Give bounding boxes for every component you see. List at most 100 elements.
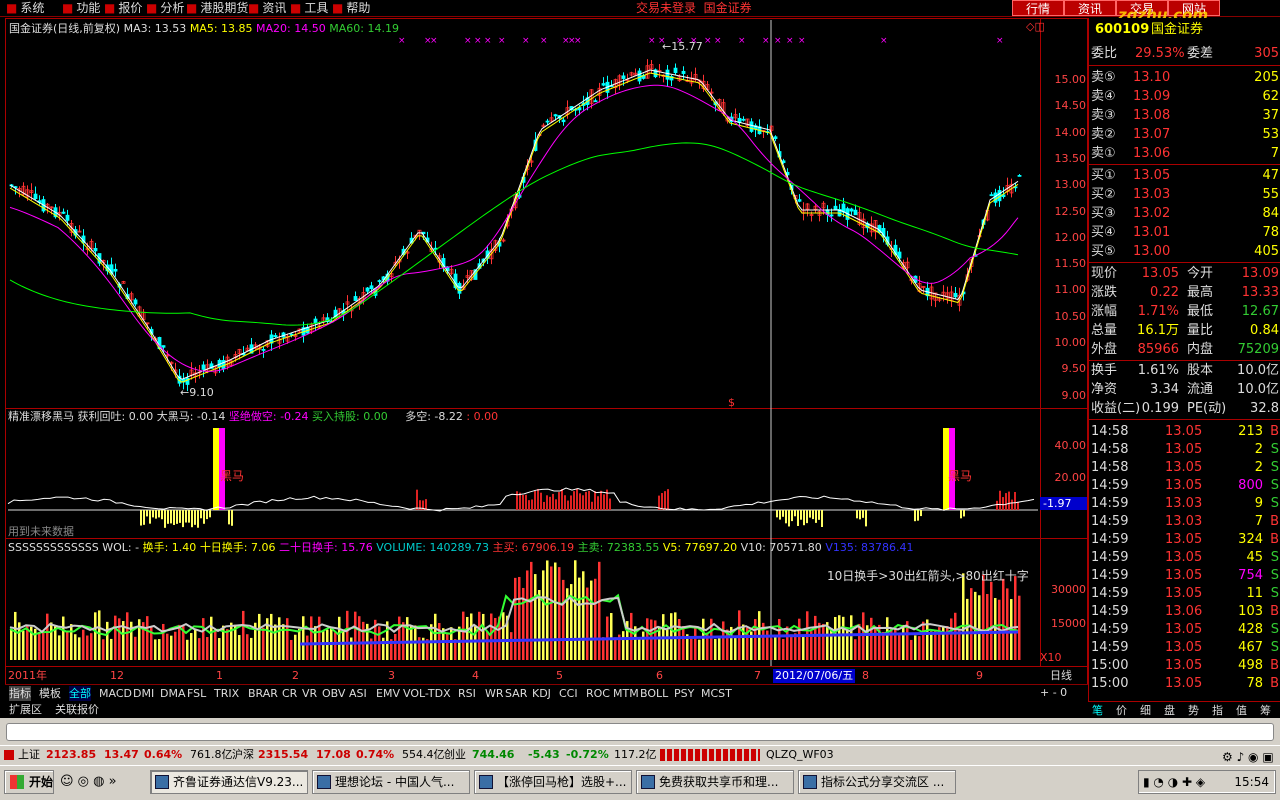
tick-row: 14:59 13.03 7 B [1089, 512, 1280, 530]
volume-bar [930, 631, 933, 660]
task-formula[interactable]: 指标公式分享交流区 ... [798, 770, 956, 794]
volume-bar [926, 619, 929, 660]
dividend-marker-icon[interactable]: $ [728, 396, 735, 409]
candle-body [989, 194, 994, 197]
ask-row[interactable]: 卖① 13.06 7 [1089, 144, 1280, 163]
volume-bar [486, 631, 489, 660]
cy-change: -5.43 [528, 748, 560, 761]
quote-tab[interactable]: 指 [1212, 703, 1223, 718]
tray-icons[interactable]: ▮ ◔ ◑ ✚ ◈ [1143, 771, 1205, 793]
tab-vr[interactable]: VR [302, 686, 317, 701]
task-tdx[interactable]: 齐鲁证券通达信V9.23... [150, 770, 308, 794]
volume-bar [294, 634, 297, 660]
tab-extension[interactable]: 扩展区 [9, 702, 42, 717]
tab-asi[interactable]: ASI [349, 686, 367, 701]
volume-bar [102, 639, 105, 660]
tick-row: 14:59 13.05 11 S [1089, 584, 1280, 602]
ask-row[interactable]: 卖② 13.07 53 [1089, 125, 1280, 144]
quote-tab[interactable]: 细 [1140, 703, 1151, 718]
tab-模板[interactable]: 模板 [39, 686, 61, 701]
indicator-bar [812, 510, 814, 520]
x-axis-label: 1 [216, 669, 223, 682]
tick-row: 14:59 13.05 467 S [1089, 638, 1280, 656]
tab-sar[interactable]: SAR [505, 686, 527, 701]
ask-row[interactable]: 卖③ 13.08 37 [1089, 106, 1280, 125]
bid-row[interactable]: 买② 13.03 55 [1089, 185, 1280, 204]
tab-brar[interactable]: BRAR [248, 686, 278, 701]
bid-row[interactable]: 买① 13.05 47 [1089, 166, 1280, 185]
indicator-bar [818, 510, 820, 520]
bid-price: 13.02 [1133, 206, 1171, 221]
tab-roc[interactable]: ROC [586, 686, 610, 701]
tab-obv[interactable]: OBV [322, 686, 345, 701]
tick-row: 15:00 13.05 78 B [1089, 674, 1280, 692]
cy-label: 创业 [444, 748, 466, 761]
indicator-bar [228, 510, 230, 525]
candle-body [457, 282, 462, 294]
volume-bar [922, 621, 925, 660]
bid-volume: 55 [1262, 187, 1279, 202]
tab-macd[interactable]: MACD [99, 686, 132, 701]
stat-value: 75209 [1237, 342, 1279, 357]
task-label: 齐鲁证券通达信V9.23... [173, 775, 304, 789]
bid-row[interactable]: 买④ 13.01 78 [1089, 223, 1280, 242]
volume-title: SSSSSSSSSSSSS WOL: - [8, 541, 140, 554]
task-forum[interactable]: 理想论坛 - 中国人气... [312, 770, 470, 794]
indicator-bar [516, 491, 518, 510]
chart-options-icon[interactable]: ◇◫ [1026, 20, 1045, 33]
tab-cci[interactable]: CCI [559, 686, 578, 701]
bid-row[interactable]: 买③ 13.02 84 [1089, 204, 1280, 223]
task-stock-picker[interactable]: 【涨停回马枪】选股+... [474, 770, 632, 794]
tab-rsi[interactable]: RSI [458, 686, 476, 701]
quick-launch-icons[interactable]: ☺ ◎ ◍ » [60, 774, 117, 789]
tab-extension[interactable]: 关联报价 [55, 702, 99, 717]
price-tick: 13.50 [1054, 151, 1087, 165]
indicator-bar [164, 510, 166, 528]
tab-vol-tdx[interactable]: VOL-TDX [403, 686, 451, 701]
start-button[interactable]: 开始 [4, 770, 54, 794]
tab-boll[interactable]: BOLL [640, 686, 668, 701]
tab-dmi[interactable]: DMI [133, 686, 154, 701]
quote-tab[interactable]: 价 [1116, 703, 1127, 718]
status-icons[interactable]: ⚙ ♪ ◉ ▣ [1222, 748, 1274, 766]
quote-tab[interactable]: 势 [1188, 703, 1199, 718]
tab-指标[interactable]: 指标 [9, 686, 31, 701]
indicator-bar [664, 491, 666, 510]
tab-全部[interactable]: 全部 [69, 686, 91, 701]
volume-bar [514, 577, 517, 660]
quote-tab[interactable]: 笔 [1092, 703, 1103, 718]
tab-kdj[interactable]: KDJ [532, 686, 551, 701]
cursor-date: 2012/07/06/五 [773, 669, 856, 683]
tab-dma[interactable]: DMA [160, 686, 186, 701]
tab-trix[interactable]: TRIX [214, 686, 239, 701]
stat-row: 现价 13.05 今开 13.09 [1089, 264, 1280, 283]
tick-price: 13.03 [1165, 496, 1203, 511]
volume-bar [482, 613, 485, 660]
tab-scroll-controls[interactable]: + - 0 [1040, 686, 1067, 699]
command-input[interactable] [6, 723, 1274, 741]
quote-tab[interactable]: 盘 [1164, 703, 1175, 718]
stat-value: 10.0亿 [1237, 363, 1279, 378]
volume-bar [802, 636, 805, 660]
volume-bar [322, 630, 325, 660]
volume-bar [210, 616, 213, 660]
tab-wr[interactable]: WR [485, 686, 504, 701]
tab-fsl[interactable]: FSL [187, 686, 206, 701]
quote-tab[interactable]: 值 [1236, 703, 1247, 718]
bid-row[interactable]: 买⑤ 13.00 405 [1089, 242, 1280, 261]
ask-row[interactable]: 卖⑤ 13.10 205 [1089, 68, 1280, 87]
task-coins[interactable]: 免费获取共享币和理... [636, 770, 794, 794]
tab-cr[interactable]: CR [282, 686, 297, 701]
volume-bar [466, 616, 469, 660]
period-label[interactable]: 日线 [1050, 669, 1072, 682]
tab-mtm[interactable]: MTM [613, 686, 639, 701]
tick-time: 14:59 [1091, 550, 1129, 565]
tab-psy[interactable]: PSY [674, 686, 694, 701]
ask-row[interactable]: 卖④ 13.09 62 [1089, 87, 1280, 106]
quote-tab[interactable]: 筹 [1260, 703, 1271, 718]
sz-amount: 554.4亿 [402, 748, 445, 761]
tab-mcst[interactable]: MCST [701, 686, 732, 701]
candle-body [161, 345, 166, 348]
tick-volume: 2 [1254, 442, 1263, 457]
tab-emv[interactable]: EMV [376, 686, 400, 701]
